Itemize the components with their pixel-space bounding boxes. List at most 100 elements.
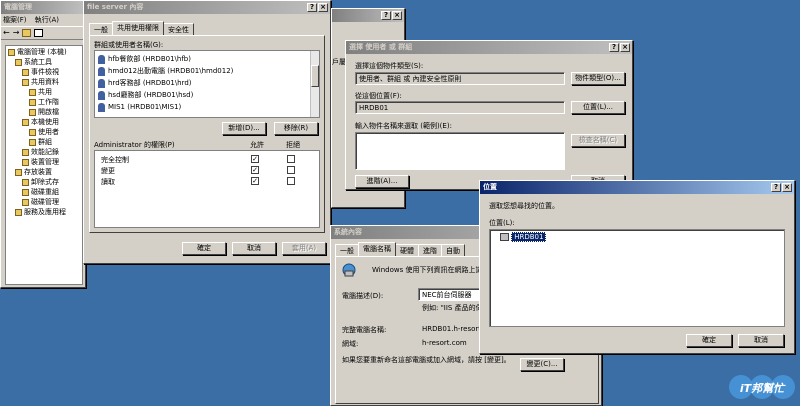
tree-item[interactable]: 工作階 [29,98,59,107]
location-cancel-button[interactable]: 取消 [738,334,784,347]
names-label: 群組或使用者名稱(G): [94,41,164,49]
help-button-bg[interactable]: ? [381,11,391,20]
user-icon [98,78,105,88]
tab-hardware[interactable]: 硬體 [395,244,419,256]
list-item[interactable]: hmd012出勤電腦 (HRDB01\hmd012) [98,66,233,77]
fileserver-titlebar[interactable]: file server 內容 ? × [84,1,330,14]
location-titlebar[interactable]: 位置 ? × [480,181,794,194]
list-item[interactable]: hrd客務部 (HRDB01\hrd) [98,78,192,89]
tree-item[interactable]: 效能記錄 [22,148,59,157]
background-window-titlebar[interactable]: ? × [332,9,404,22]
ok-button[interactable]: 確定 [182,242,226,255]
help-button[interactable]: ? [307,3,317,12]
tree-item-label: 開啟檔 [38,108,59,116]
tree-item[interactable]: 開啟檔 [29,108,59,117]
permission-name: 完全控制 [101,156,129,164]
tree-item-label: 存放裝置 [24,168,52,176]
object-types-button[interactable]: 物件類型(O)... [571,72,625,85]
location-tree-item[interactable]: HRDB01 [500,232,547,242]
close-icon-select[interactable]: × [620,43,630,52]
permission-name: 變更 [101,167,115,175]
tab-share-permissions[interactable]: 共用使用權限 [112,21,164,35]
tree-item[interactable]: 事件檢視 [22,68,59,77]
check-names-button[interactable]: 檢查名稱(C) [571,134,625,147]
select-users-titlebar[interactable]: 選擇 使用者 或 群組 ? × [346,41,632,54]
folder-up-icon[interactable] [22,29,32,37]
remove-button[interactable]: 移除(R) [274,122,318,135]
deny-checkbox[interactable] [287,177,295,185]
sysprop-title: 系統內容 [334,228,362,236]
folder-icon [8,48,15,56]
object-type-label: 選擇這個物件類型(S): [355,62,424,70]
allow-header: 允許 [250,141,264,149]
location-ok-button[interactable]: 確定 [686,334,732,347]
help-button-location[interactable]: ? [771,183,781,192]
location-tree[interactable]: HRDB01 [489,229,785,327]
location-title: 位置 [483,183,497,191]
deny-checkbox[interactable] [287,155,295,163]
close-icon-bg[interactable]: × [392,11,402,20]
tree-item[interactable]: 群組 [29,138,52,147]
help-button-select[interactable]: ? [609,43,619,52]
tree-item[interactable]: 卸除式存 [22,178,59,187]
tree-item-label: 卸除式存 [31,178,59,186]
list-item[interactable]: hfb餐飲部 (HRDB01\hfb) [98,54,191,65]
close-icon[interactable]: × [318,3,328,12]
object-type-field: 使用者、群組 或 內建安全性原則 [355,72,565,85]
names-scrollbar[interactable] [310,51,319,117]
change-button[interactable]: 變更(C)... [520,358,564,371]
tree-item[interactable]: 存放裝置 [15,168,52,177]
tab-computer-name[interactable]: 電腦名稱 [358,242,396,256]
tab-security[interactable]: 安全性 [163,23,194,35]
allow-checkbox[interactable]: ✓ [251,155,259,163]
location-prompt: 選取您想尋找的位置。 [489,202,559,210]
advanced-button[interactable]: 進階(A)... [355,175,409,188]
menu-file[interactable]: 檔案(F) [3,16,27,24]
apply-button[interactable]: 套用(A) [282,242,326,255]
tab-automatic[interactable]: 自動 [441,244,465,256]
close-icon-location[interactable]: × [782,183,792,192]
folder-icon [15,208,22,216]
tree-item[interactable]: 系統工具 [15,58,52,67]
tree-item-label: 共用 [38,88,52,96]
tree-item[interactable]: 磁碟管理 [22,198,59,207]
scroll-thumb[interactable] [311,65,319,87]
back-icon[interactable]: ← [3,29,10,37]
tree-item-label: 電腦管理 (本機) [17,48,67,56]
menu-action[interactable]: 執行(A) [35,16,59,24]
list-item[interactable]: hsd廳務部 (HRDB01\hsd) [98,90,193,101]
deny-checkbox[interactable] [287,166,295,174]
desc-example: 例如: "IIS 產品的伺 [422,304,483,312]
tree-item[interactable]: 共用 [29,88,52,97]
cancel-button[interactable]: 取消 [232,242,276,255]
object-names-label: 輸入物件名稱來選取 (範例)(E): [355,122,452,130]
object-names-input[interactable] [355,132,565,170]
location-label: 從這個位置(F): [355,92,402,100]
rename-text: 如果您要重新命名這部電腦或加入網域，請按 [變更]。 [342,356,511,364]
computer-icon [500,233,509,241]
console-tree-icon[interactable] [34,29,44,37]
user-icon [98,102,105,112]
tree-item-label: 磁碟管理 [31,198,59,206]
tree-item[interactable]: 使用者 [29,128,59,137]
mmc-titlebar[interactable]: 電腦管理 [1,1,85,14]
add-button[interactable]: 新增(D)... [222,122,266,135]
tab-sys-general[interactable]: 一般 [335,244,359,256]
permission-name: 讀取 [101,178,115,186]
allow-checkbox[interactable]: ✓ [251,166,259,174]
tree-item[interactable]: 服務及應用程 [15,208,66,217]
tab-advanced[interactable]: 進階 [418,244,442,256]
list-item-label: hrd客務部 (HRDB01\hrd) [108,79,192,87]
allow-checkbox[interactable]: ✓ [251,177,259,185]
tree-item[interactable]: 裝置管理 [22,158,59,167]
list-item-label: hfb餐飲部 (HRDB01\hfb) [108,55,191,63]
tree-item[interactable]: 共用資料 [22,78,59,87]
tree-item[interactable]: 電腦管理 (本機) [8,48,67,57]
tree-item[interactable]: 磁碟重組 [22,188,59,197]
list-item[interactable]: MIS1 (HRDB01\MIS1) [98,102,181,113]
tree-item[interactable]: 本機使用 [22,118,59,127]
forward-icon[interactable]: → [13,29,20,37]
tab-general[interactable]: 一般 [89,23,113,35]
names-list[interactable]: hfb餐飲部 (HRDB01\hfb) hmd012出勤電腦 (HRDB01\hm… [94,50,320,118]
locations-button[interactable]: 位置(L)... [571,101,625,114]
